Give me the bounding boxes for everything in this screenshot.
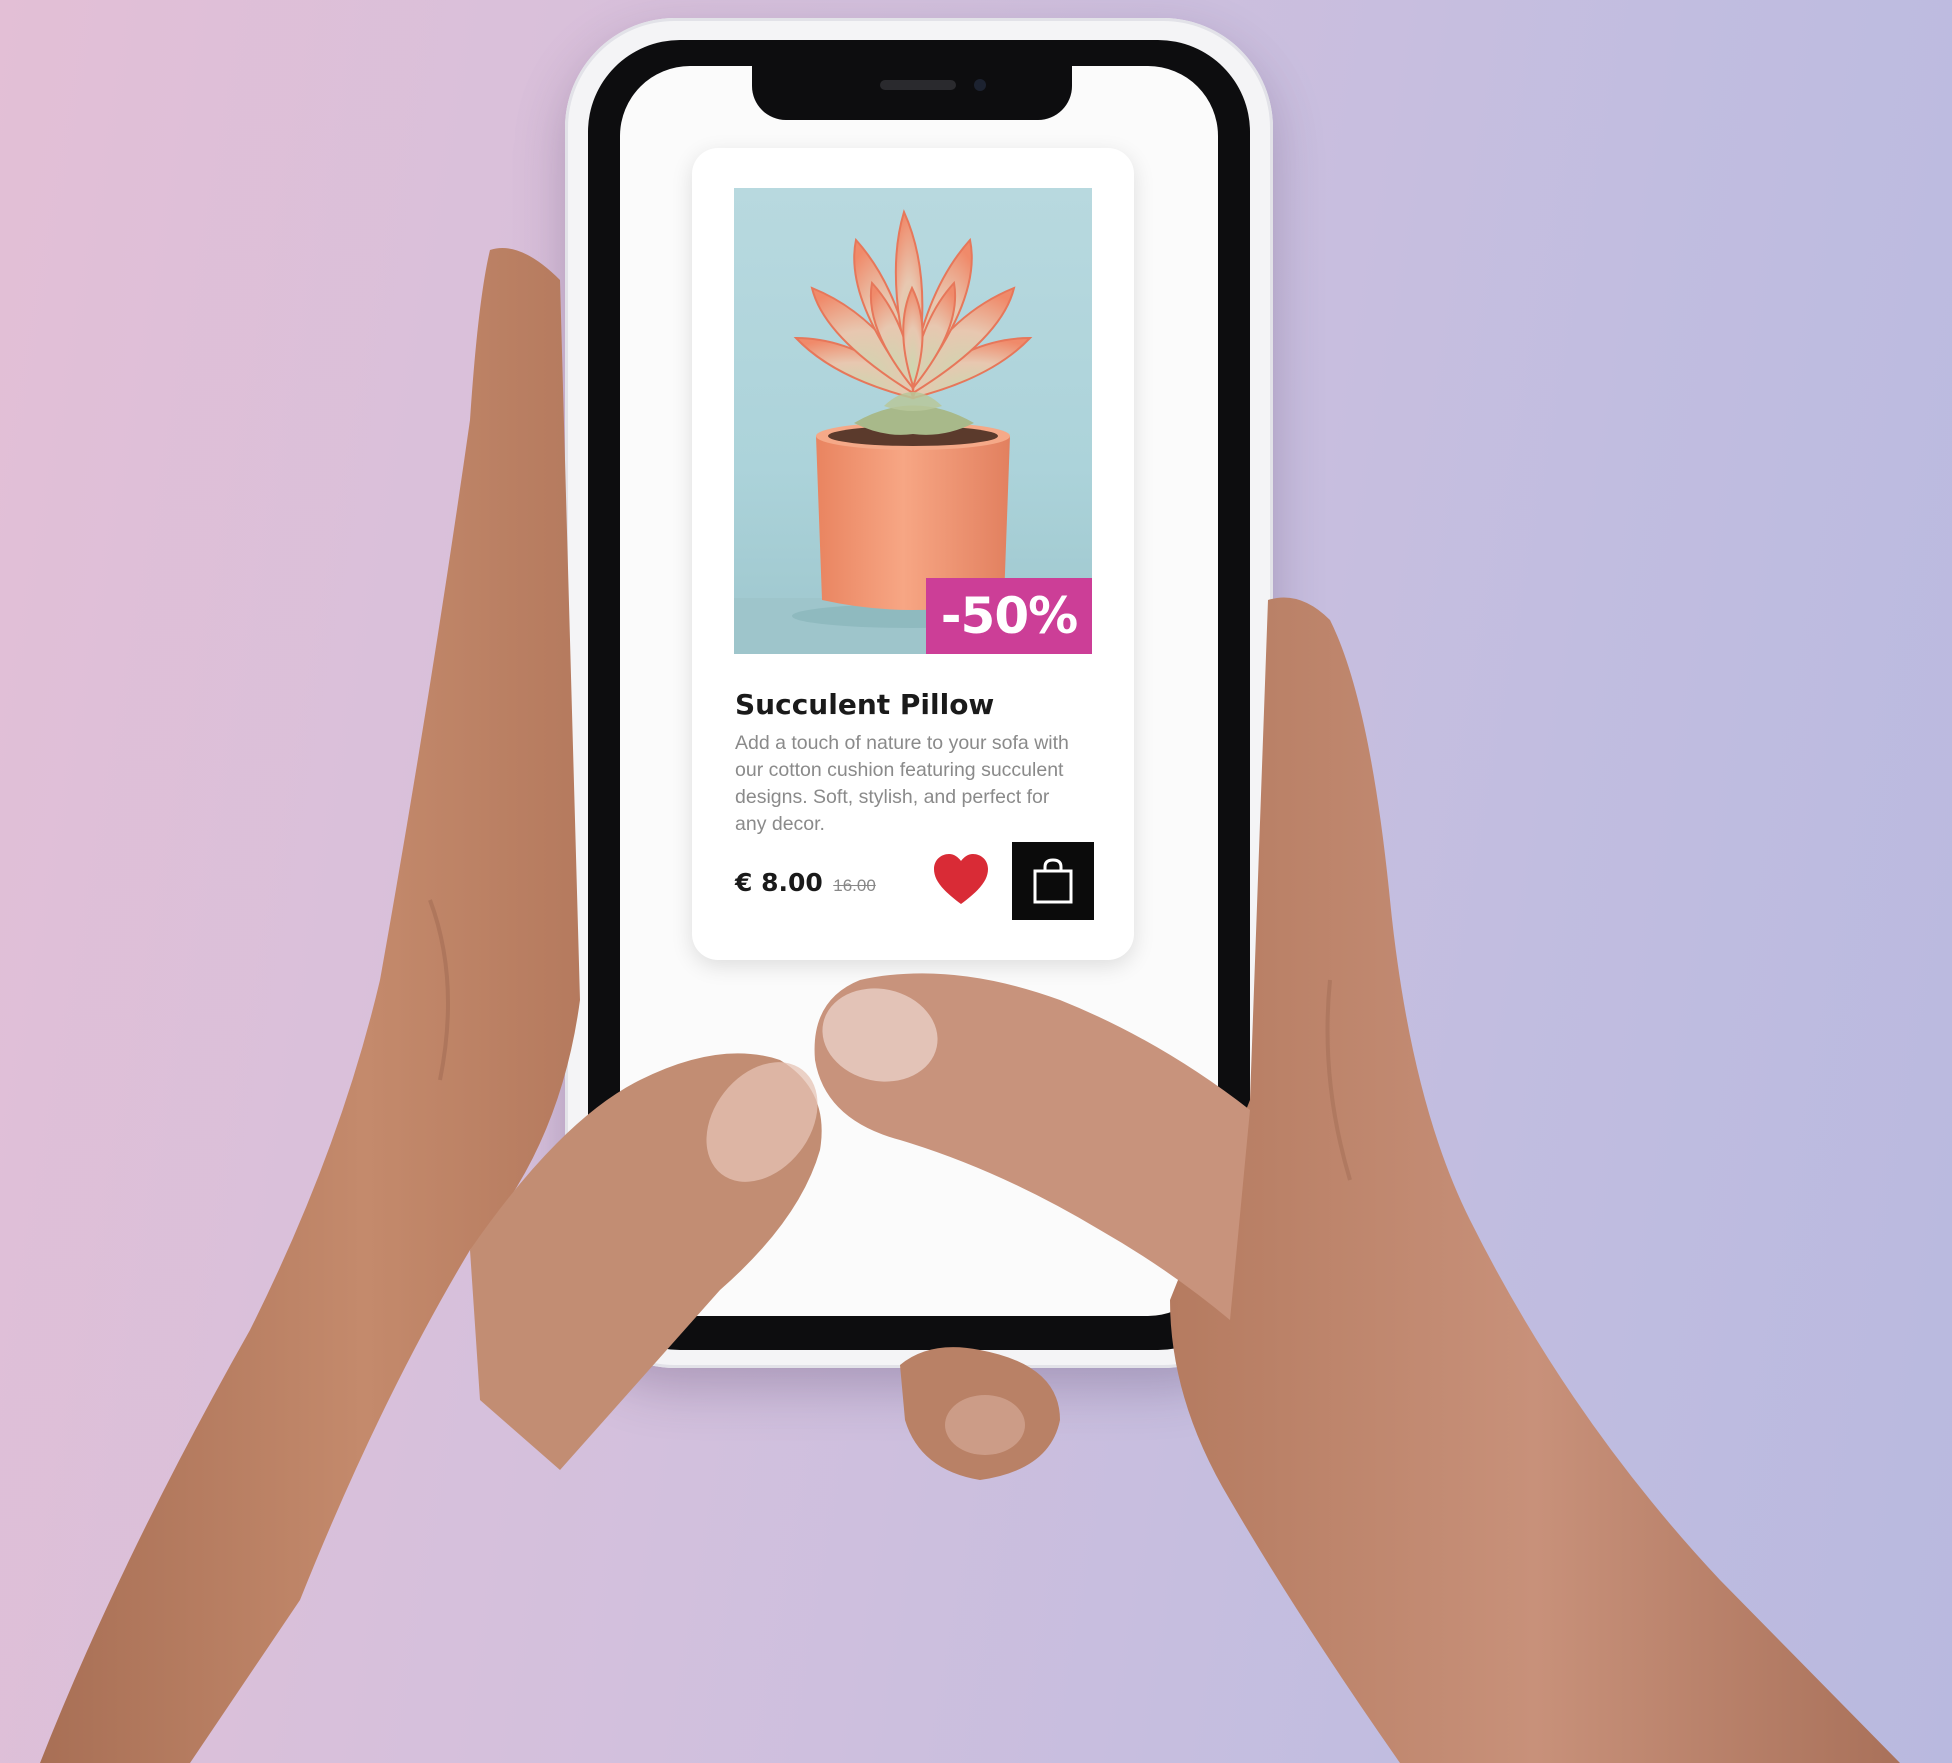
hands-illustration bbox=[40, 248, 1900, 1763]
photo-scene: -50% Succulent Pillow Add a touch of nat… bbox=[0, 0, 1952, 1763]
